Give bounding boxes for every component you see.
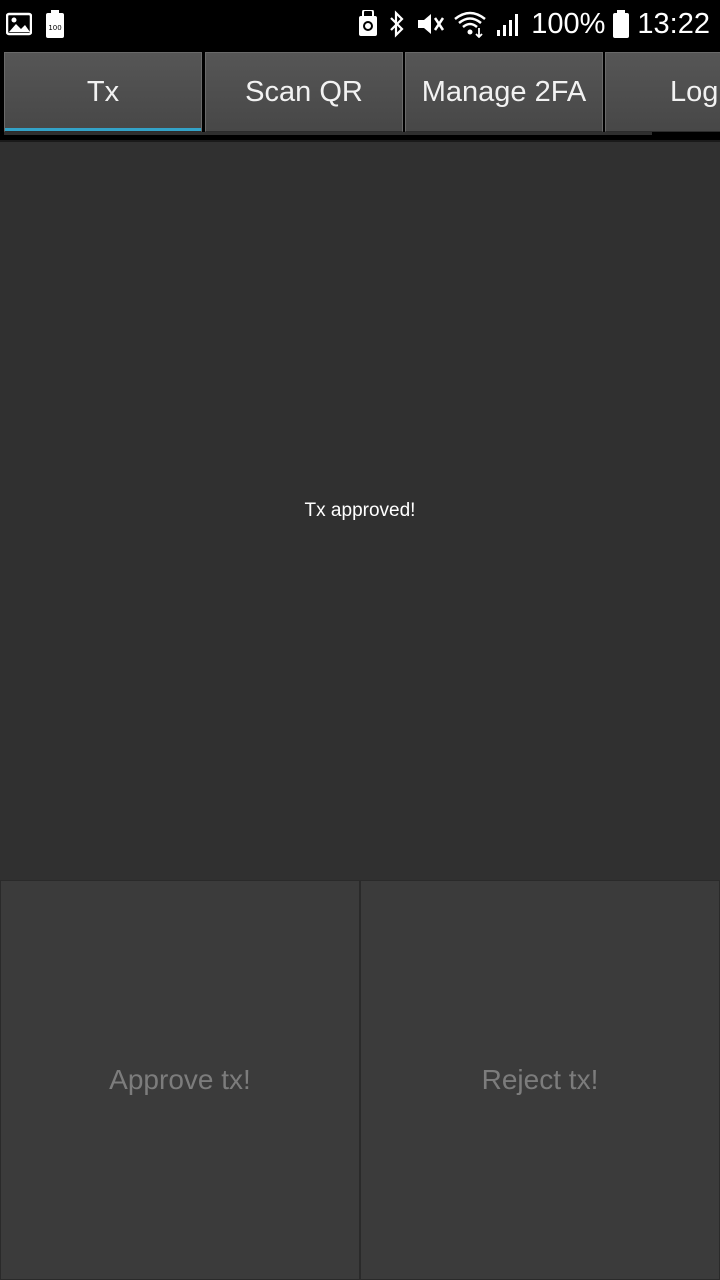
tx-status-message: Tx approved! <box>304 500 416 521</box>
battery-100-icon: 100 <box>46 10 64 42</box>
signal-icon <box>495 10 523 38</box>
status-left-icons: 100 <box>5 10 64 42</box>
bluetooth-icon <box>387 10 407 38</box>
image-icon <box>5 12 33 40</box>
tx-content-panel: Tx approved! <box>0 140 720 880</box>
battery-percent: 100% <box>531 7 606 40</box>
status-bar: 100 100% 13:22 <box>0 0 720 48</box>
approve-tx-button[interactable]: Approve tx! <box>0 880 360 1280</box>
lock-sync-icon <box>357 10 379 38</box>
svg-text:100: 100 <box>48 24 61 32</box>
clock: 13:22 <box>637 7 710 40</box>
reject-tx-button[interactable]: Reject tx! <box>360 880 720 1280</box>
tab-manage-2fa[interactable]: Manage 2FA <box>405 52 603 132</box>
tab-scan-qr[interactable]: Scan QR <box>205 52 403 132</box>
tab-strip-underline <box>4 132 652 135</box>
wifi-icon <box>453 10 487 38</box>
tab-log[interactable]: Log <box>605 52 720 132</box>
tab-bar: Tx Scan QR Manage 2FA Log <box>0 48 720 140</box>
vibrate-mute-icon <box>415 10 445 38</box>
battery-icon <box>613 10 630 38</box>
status-right-icons: 100% 13:22 <box>357 6 710 42</box>
tab-tx[interactable]: Tx <box>4 52 202 132</box>
